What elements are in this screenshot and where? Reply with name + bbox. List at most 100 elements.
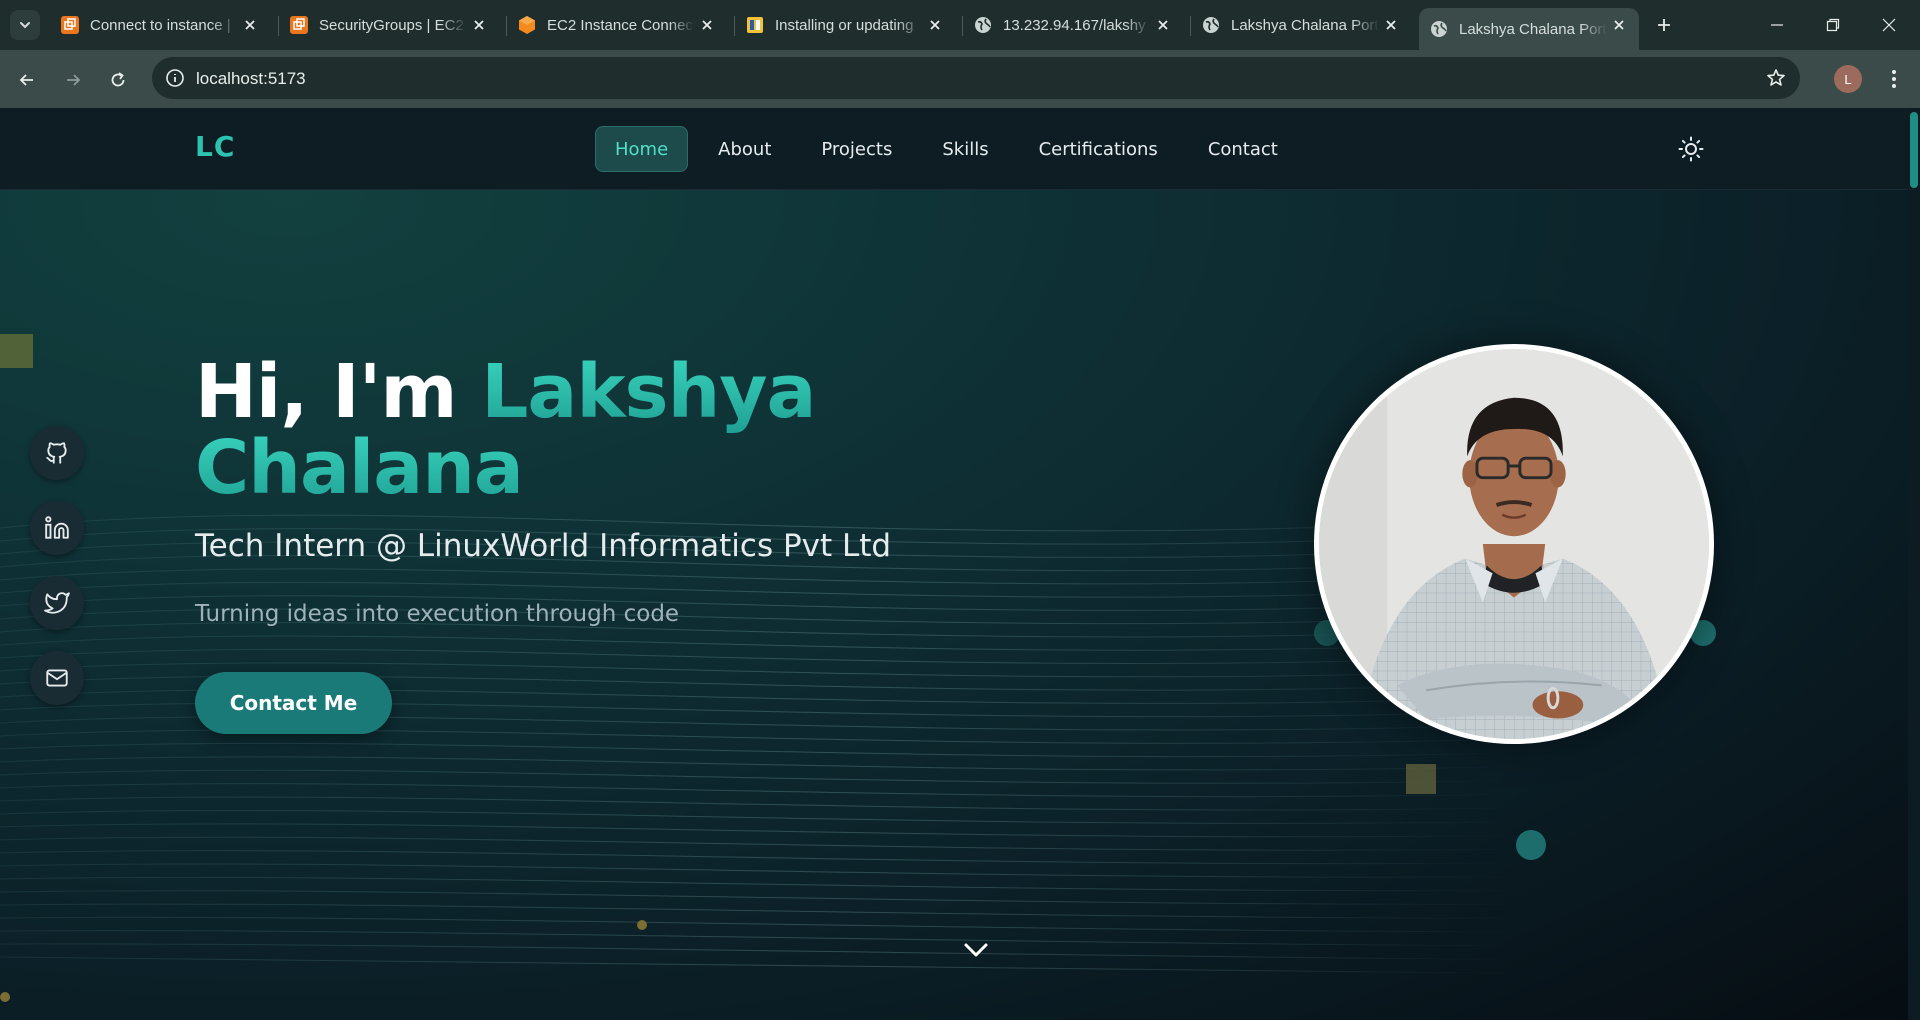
close-icon[interactable] [1153,15,1173,35]
page-scrollbar[interactable] [1908,108,1920,1020]
site-info-icon[interactable] [162,65,188,91]
close-icon[interactable] [1609,15,1629,35]
reload-button[interactable] [103,65,133,95]
close-icon[interactable] [1381,15,1401,35]
browser-tab[interactable]: EC2 Instance Connect [507,8,727,42]
arrow-left-icon [19,74,33,86]
wave-line [0,769,1521,784]
wave-line [0,648,1521,665]
portrait-illustration [1319,349,1709,739]
arrow-right-icon [67,74,81,86]
url-text[interactable]: localhost:5173 [196,69,306,89]
chevron-down-icon [20,22,30,29]
scroll-down-button[interactable] [959,938,993,962]
nav-about[interactable]: About [698,126,791,172]
plus-icon [1658,19,1670,31]
hero-tagline: Turning ideas into execution through cod… [195,601,680,627]
twitter-link[interactable] [30,576,84,630]
wave-line [0,890,1521,905]
browser-tab[interactable]: 13.232.94.167/lakshy [963,8,1183,42]
close-icon [1882,18,1896,32]
linkedin-icon [45,516,69,539]
close-icon[interactable] [469,15,489,35]
aws-console-icon [289,15,309,35]
site-logo[interactable]: LC [195,130,235,163]
wave-line [0,930,1521,947]
wave-line [0,943,1521,961]
scrollbar-thumb[interactable] [1910,112,1918,188]
wave-line [0,876,1521,892]
decor-square [1406,764,1436,794]
restore-icon [1826,18,1840,32]
tab-title: 13.232.94.167/lakshy [1003,16,1146,34]
wave-line [0,850,1521,865]
wave-line [0,836,1521,851]
forward-button[interactable] [58,65,88,95]
github-icon [46,442,67,464]
globe-icon [1201,15,1221,35]
browser-tab[interactable]: Lakshya Chalana Port [1191,8,1411,42]
browser-tab[interactable]: Connect to instance | [50,8,270,42]
tab-title: Installing or updating [775,16,914,34]
nav-certifications[interactable]: Certifications [1019,126,1178,172]
wave-line [0,635,1521,651]
bookmark-star-icon[interactable] [1764,66,1788,90]
wave-line [0,863,1521,878]
minimize-icon [1771,24,1783,26]
github-link[interactable] [30,426,84,480]
profile-photo [1314,344,1714,744]
site-navbar: LC Home About Projects Skills Certificat… [0,108,1908,190]
tab-title: EC2 Instance Connect [547,16,695,34]
browser-tab[interactable]: SecurityGroups | EC2 [279,8,499,42]
hero-first-name: Lakshya [481,349,816,435]
wave-line [0,916,1521,933]
nav-projects[interactable]: Projects [801,126,912,172]
hero-greeting: Hi, I'm [195,349,482,435]
tab-search-button[interactable] [10,10,40,40]
aws-docs-icon [745,15,765,35]
restore-button[interactable] [1810,10,1856,40]
close-icon[interactable] [925,15,945,35]
social-links [30,426,84,726]
close-window-button[interactable] [1866,10,1912,40]
nav-contact[interactable]: Contact [1188,126,1298,172]
nav-skills[interactable]: Skills [922,126,1008,172]
address-bar[interactable]: localhost:5173 [152,57,1800,99]
close-icon[interactable] [697,15,717,35]
wave-line [0,756,1521,771]
tab-title: SecurityGroups | EC2 [319,16,464,34]
mail-icon [46,669,68,687]
browser-tab[interactable]: Installing or updating [735,8,955,42]
profile-avatar[interactable]: L [1834,65,1862,93]
browser-toolbar: localhost:5173 L [0,50,1920,108]
wave-line [0,796,1521,811]
linkedin-link[interactable] [30,501,84,555]
wave-line [0,903,1521,919]
wave-line [0,581,1521,598]
tab-title: Lakshya Chalana Port [1459,20,1607,38]
tab-title: Lakshya Chalana Port [1231,16,1379,34]
reload-icon [111,72,125,87]
nav-links: Home About Projects Skills Certification… [595,126,1298,172]
theme-toggle-button[interactable] [1676,134,1706,164]
wave-line [0,956,1521,974]
wave-line [0,809,1521,824]
tab-title: Connect to instance | [90,16,231,34]
aws-console-icon [60,15,80,35]
close-icon[interactable] [240,15,260,35]
back-button[interactable] [12,65,42,95]
browser-tab-active[interactable]: Lakshya Chalana Port [1419,8,1639,50]
page-viewport: LC Home About Projects Skills Certificat… [0,108,1920,1020]
email-link[interactable] [30,651,84,705]
chevron-down-icon [964,943,988,957]
contact-me-button[interactable]: Contact Me [195,672,392,734]
browser-menu-icon[interactable] [1880,64,1908,94]
globe-icon [973,15,993,35]
browser-tab-strip: Connect to instance | SecurityGroups | E… [0,0,1920,50]
sun-icon [1678,136,1704,162]
nav-home[interactable]: Home [595,126,689,172]
wave-line [0,568,1521,585]
minimize-button[interactable] [1754,10,1800,40]
hero-heading: Hi, I'm Lakshya Chalana [195,354,816,506]
new-tab-button[interactable] [1650,11,1678,39]
